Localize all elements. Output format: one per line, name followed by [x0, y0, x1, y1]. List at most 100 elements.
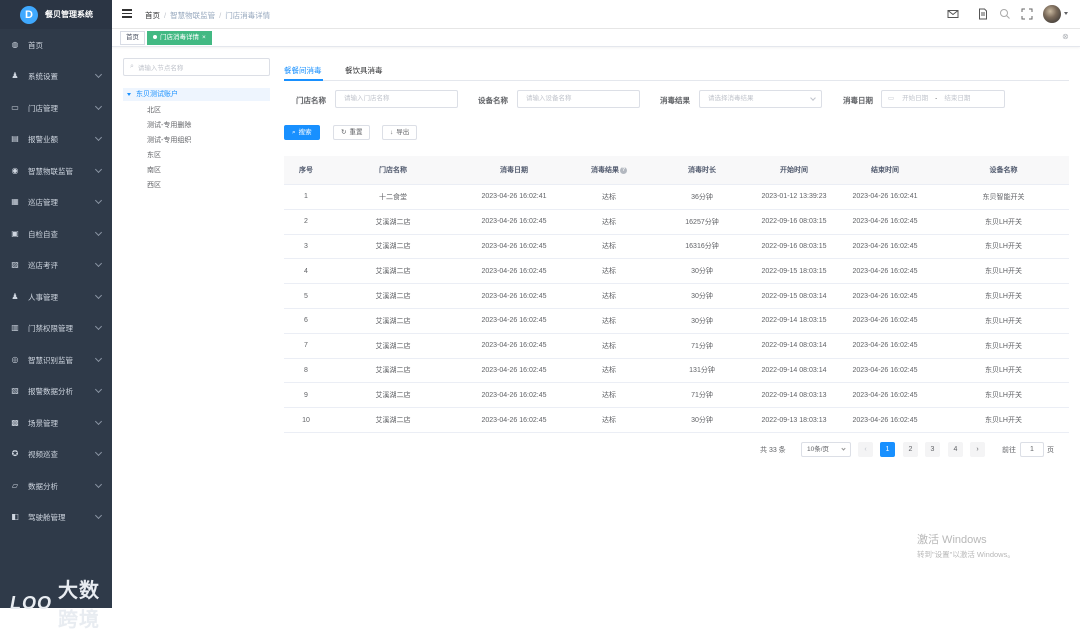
- mail-icon[interactable]: [947, 8, 959, 20]
- sidebar-item[interactable]: ▭ 门店管理: [0, 98, 112, 118]
- sidebar-item[interactable]: ▧ 报警数据分析: [0, 381, 112, 401]
- tag-active[interactable]: 门店消毒详情 ×: [147, 31, 212, 45]
- table-cell: 2023-04-26 16:02:45: [481, 416, 547, 424]
- table-cell: 10: [302, 416, 310, 424]
- sidebar-item-label: 自检自查: [28, 229, 58, 239]
- device-input[interactable]: 请输入设备名称: [517, 90, 640, 108]
- sidebar-item[interactable]: ▱ 数据分析: [0, 476, 112, 496]
- export-button-label: 导出: [396, 129, 410, 136]
- header-cell: 结束时间: [871, 167, 899, 174]
- sidebar-item-label: 报警数据分析: [28, 386, 73, 396]
- chevron-down-icon: [94, 448, 103, 457]
- sidebar-item-label: 首页: [28, 40, 43, 50]
- document-icon[interactable]: [977, 8, 989, 20]
- tree-node[interactable]: 测试-专用组织: [147, 135, 191, 145]
- page-button[interactable]: 4: [948, 442, 963, 457]
- download-icon: ↓: [390, 129, 394, 136]
- sidebar-item-label: 智慧识别监管: [28, 355, 73, 365]
- table-row: 1 十二食堂 2023-04-26 16:02:41 达标 36分钟 2023-01-12…: [284, 185, 1069, 210]
- breadcrumb-home[interactable]: 首页: [145, 11, 160, 20]
- table-cell: 艾溪湖二店: [375, 417, 411, 425]
- chevron-down-icon: [94, 196, 103, 205]
- sidebar-item[interactable]: ▩ 场景管理: [0, 413, 112, 433]
- table-cell: 9: [304, 391, 308, 399]
- sidebar-item[interactable]: ▤ 报警业额: [0, 129, 112, 149]
- page-size-value: 10条/页: [807, 446, 830, 453]
- sidebar-item[interactable]: ✪ 视频巡查: [0, 444, 112, 464]
- hamburger-icon[interactable]: [122, 9, 132, 18]
- tree-root-node[interactable]: 东贝测试账户: [123, 88, 270, 101]
- breadcrumb: 首页 / 智慧物联监管 / 门店消毒详情: [145, 11, 271, 20]
- caret-down-icon[interactable]: [127, 92, 131, 96]
- sidebar-item-label: 巡店管理: [28, 197, 58, 207]
- page-size-select[interactable]: 10条/页: [801, 442, 851, 457]
- date-range-picker[interactable]: ▭ 开始日期 - 结束日期: [881, 90, 1005, 108]
- sidebar-item[interactable]: ▨ 巡店考评: [0, 255, 112, 275]
- prev-page-button[interactable]: ‹: [858, 442, 873, 457]
- watermark-logo: LOO: [10, 592, 52, 613]
- reset-button[interactable]: ↻ 重置: [333, 125, 371, 140]
- watermark-text: 大数跨境: [58, 580, 100, 631]
- export-button[interactable]: ↓ 导出: [382, 125, 418, 140]
- store-icon: ▭: [11, 103, 19, 112]
- page-button[interactable]: 1: [880, 442, 895, 457]
- page-button[interactable]: 3: [925, 442, 940, 457]
- table-cell: 5: [304, 292, 308, 300]
- avatar[interactable]: [1043, 5, 1061, 23]
- table-cell: 2023-04-26 16:02:45: [481, 242, 547, 250]
- sidebar-item[interactable]: ◍ 首页: [0, 35, 112, 55]
- goto-page-input[interactable]: 1: [1020, 442, 1044, 457]
- tag-home[interactable]: 首页: [120, 31, 145, 45]
- sidebar-item[interactable]: ▥ 门禁权限管理: [0, 318, 112, 338]
- sidebar-item-label: 场景管理: [28, 418, 58, 428]
- sidebar-item[interactable]: ♟ 系统设置: [0, 66, 112, 86]
- search-button[interactable]: ⌕ 搜索: [284, 125, 320, 140]
- sidebar-item[interactable]: ◎ 智慧识别监管: [0, 350, 112, 370]
- table-body: 1 十二食堂 2023-04-26 16:02:41 达标 36分钟 2023-01-12…: [284, 185, 1069, 433]
- caret-down-icon[interactable]: [1064, 12, 1068, 15]
- tree-node[interactable]: 南区: [147, 165, 161, 175]
- breadcrumb-iot[interactable]: 智慧物联监管: [170, 11, 215, 20]
- page-button[interactable]: 2: [903, 442, 918, 457]
- table-cell: 2023-04-26 16:02:41: [481, 193, 547, 201]
- tab-tableware[interactable]: 餐饮具消毒: [345, 65, 383, 76]
- tab-dining-room[interactable]: 餐餐间消毒: [284, 65, 322, 76]
- chevron-down-icon: [841, 446, 846, 451]
- sidebar-item[interactable]: ◧ 驾驶舱管理: [0, 507, 112, 527]
- windows-activation-notice: 激活 Windows 转到"设置"以激活 Windows。: [917, 531, 1015, 560]
- chevron-down-icon: [94, 102, 103, 111]
- table-row: 2 艾溪湖二店 2023-04-26 16:02:45 达标 16257分钟 2022-0…: [284, 210, 1069, 235]
- table-cell: 2023-04-26 16:02:45: [852, 416, 918, 424]
- table-cell: 30分钟: [691, 417, 713, 425]
- chevron-down-icon: [94, 480, 103, 489]
- table-cell: 2022-09-15 08:03:14: [761, 292, 827, 300]
- sidebar-item[interactable]: ▣ 自检自查: [0, 224, 112, 244]
- sidebar-item[interactable]: ◉ 智慧物联监管: [0, 161, 112, 181]
- close-circle-icon[interactable]: ⊗: [1062, 32, 1069, 41]
- sidebar-item[interactable]: ▦ 巡店管理: [0, 192, 112, 212]
- fullscreen-icon[interactable]: [1021, 8, 1033, 20]
- store-placeholder: 请输入门店名称: [344, 95, 390, 102]
- store-input[interactable]: 请输入门店名称: [335, 90, 458, 108]
- next-page-button[interactable]: ›: [970, 442, 985, 457]
- close-icon[interactable]: ×: [202, 34, 206, 41]
- table-cell: 达标: [602, 317, 616, 325]
- dot-icon: [153, 35, 157, 40]
- table-cell: 东贝LH开关: [985, 218, 1022, 226]
- table-row: 6 艾溪湖二店 2023-04-26 16:02:45 达标 30分钟 2022-09-1…: [284, 309, 1069, 334]
- table-cell: 2023-01-12 13:39:23: [761, 193, 827, 201]
- tree-node[interactable]: 北区: [147, 105, 161, 115]
- table-row: 3 艾溪湖二店 2023-04-26 16:02:45 达标 16316分钟 2022-0…: [284, 235, 1069, 260]
- sidebar-item[interactable]: ♟ 人事管理: [0, 287, 112, 307]
- result-select[interactable]: 请选择消毒结果: [699, 90, 822, 108]
- scene-icon: ▩: [11, 418, 19, 427]
- table-cell: 2023-04-26 16:02:45: [481, 342, 547, 350]
- tree-node[interactable]: 东区: [147, 150, 161, 160]
- tree-search-input[interactable]: ⌕ 请输入节点名称: [123, 58, 270, 76]
- table-cell: 东贝LH开关: [985, 417, 1022, 425]
- table-cell: 4: [304, 267, 308, 275]
- question-icon[interactable]: ?: [620, 166, 627, 174]
- tree-node[interactable]: 测试-专用删除: [147, 120, 191, 130]
- search-icon[interactable]: [999, 8, 1011, 20]
- tree-node[interactable]: 西区: [147, 180, 161, 190]
